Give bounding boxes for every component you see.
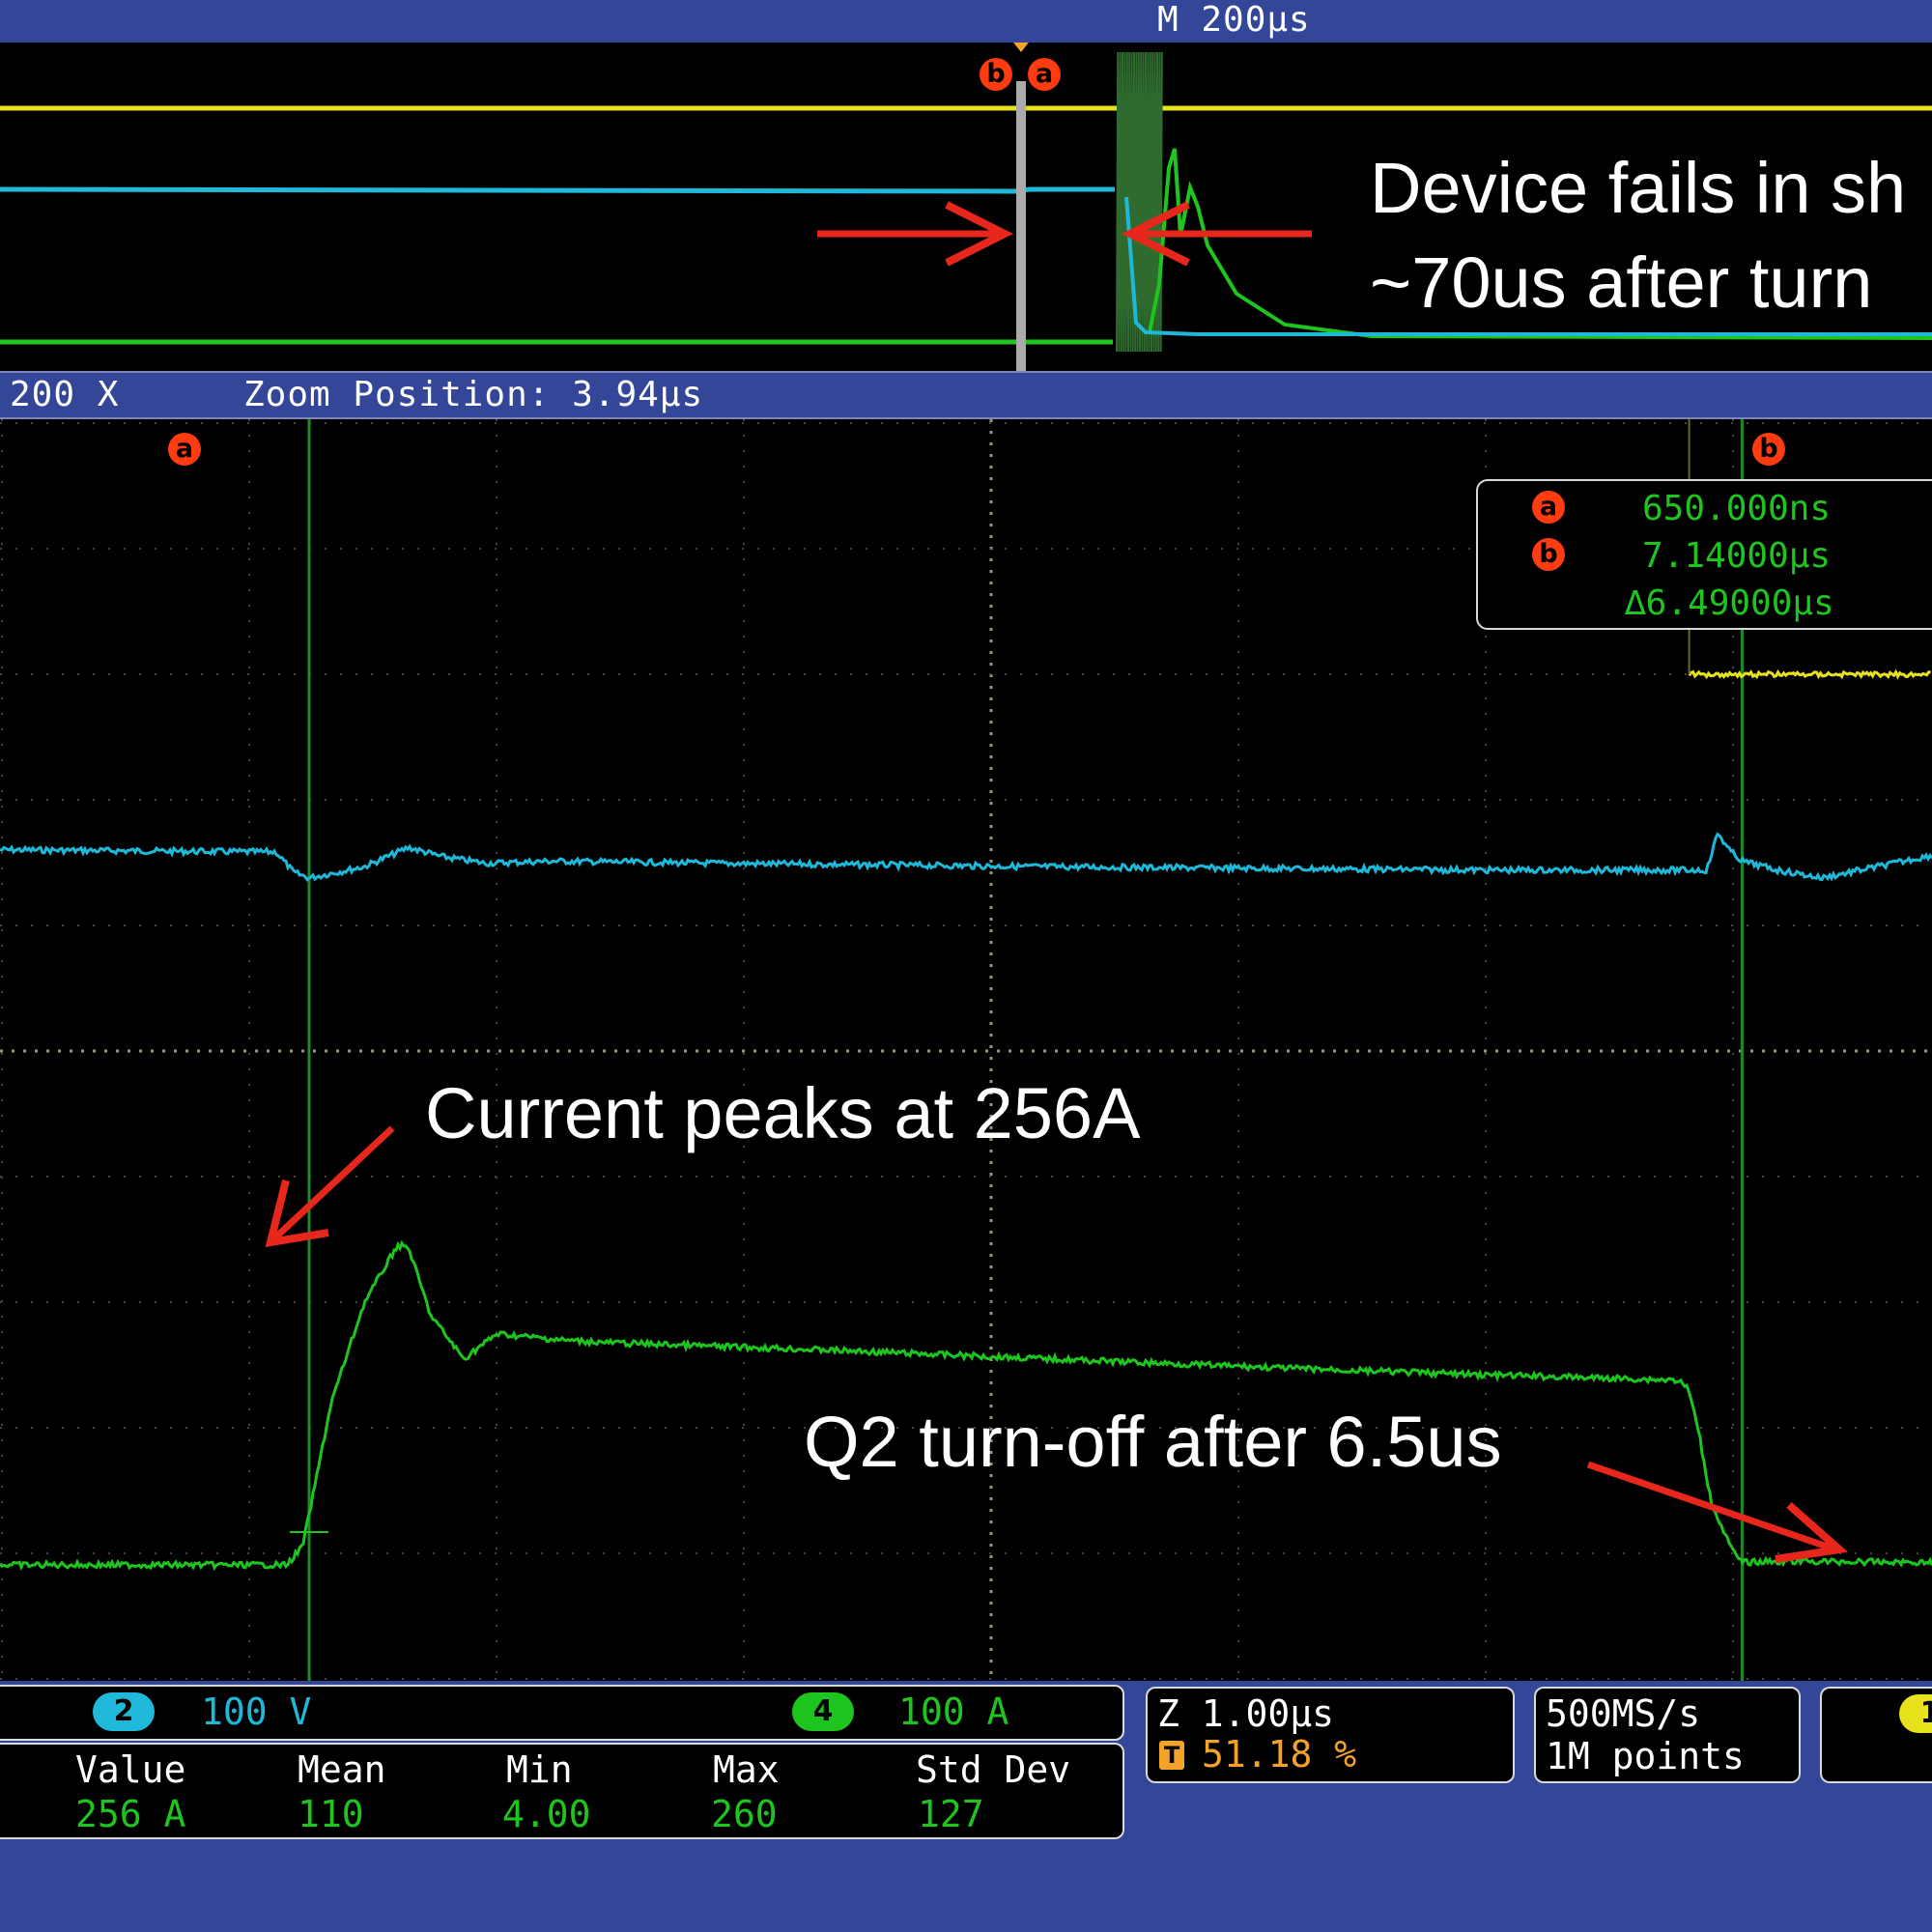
measure-header-stddev: Std Dev xyxy=(916,1748,1071,1791)
turn-off-annotation: Q2 turn-off after 6.5us xyxy=(804,1402,1502,1482)
measure-max: 260 xyxy=(711,1793,778,1835)
trigger-panel[interactable]: 1 xyxy=(1820,1687,1932,1783)
zoom-factor: 200 X xyxy=(10,375,120,414)
trigger-marker-icon: T xyxy=(1159,1741,1184,1770)
ch2-scale: 100 V xyxy=(201,1690,312,1733)
zoom-position: Zoom Position: 3.94µs xyxy=(243,375,704,414)
readout-a-tag: a xyxy=(1532,491,1565,524)
channel-scale-panel[interactable]: 2 100 V 4 100 A xyxy=(0,1685,1124,1741)
overview-ch2-trace xyxy=(0,186,1115,194)
measure-header-mean: Mean xyxy=(298,1748,386,1791)
overview-cursor-b-tag[interactable]: b xyxy=(980,58,1012,91)
measure-mean: 110 xyxy=(298,1793,364,1835)
sample-rate: 500MS/s xyxy=(1546,1692,1701,1735)
ch2-badge[interactable]: 2 xyxy=(93,1692,155,1731)
cursor-b-time: 7.14000µs xyxy=(1642,536,1832,576)
ch4-badge[interactable]: 4 xyxy=(792,1692,854,1731)
ch4-scale: 100 A xyxy=(898,1690,1009,1733)
acquisition-panel[interactable]: 500MS/s 1M points xyxy=(1534,1687,1801,1783)
ch2-waveform xyxy=(0,832,1932,882)
measure-value: 256 A xyxy=(75,1793,186,1835)
cursor-a-time: 650.000ns xyxy=(1642,489,1832,528)
readout-b-tag: b xyxy=(1532,538,1565,571)
ch1-badge[interactable]: 1 xyxy=(1899,1694,1932,1733)
failure-annotation-line2: ~70us after turn xyxy=(1370,242,1873,323)
zoom-scale: Z 1.00µs xyxy=(1157,1692,1335,1735)
measure-header-value: Value xyxy=(75,1748,186,1791)
ch1-waveform-fragment xyxy=(1688,668,1931,680)
record-length: 1M points xyxy=(1546,1735,1745,1777)
overview-cursor-a-tag[interactable]: a xyxy=(1028,58,1061,91)
cursor-delta-time: ∆6.49000µs xyxy=(1625,583,1834,623)
cursor-readout-box: a 650.000ns b 7.14000µs ∆6.49000µs xyxy=(1476,479,1932,630)
horizontal-panel[interactable]: Z 1.00µs T 51.18 % xyxy=(1146,1687,1515,1783)
failure-annotation-line1: Device fails in sh xyxy=(1370,148,1907,228)
measure-stddev: 127 xyxy=(918,1793,984,1835)
measure-min: 4.00 xyxy=(502,1793,591,1835)
zoom-cursor-a-tag[interactable]: a xyxy=(168,433,201,466)
current-peak-annotation: Current peaks at 256A xyxy=(425,1073,1141,1153)
measurement-panel[interactable]: Value Mean Min Max Std Dev 256 A 110 4.0… xyxy=(0,1743,1124,1839)
overview-zoom-window xyxy=(1016,81,1026,371)
overview-trigger-marker xyxy=(1013,43,1029,52)
measure-header-min: Min xyxy=(506,1748,573,1791)
timebase-readout: M 200µs xyxy=(1157,0,1311,40)
zoom-cursor-b-tag[interactable]: b xyxy=(1752,433,1785,466)
measure-header-max: Max xyxy=(713,1748,780,1791)
trigger-position: 51.18 % xyxy=(1202,1733,1357,1776)
